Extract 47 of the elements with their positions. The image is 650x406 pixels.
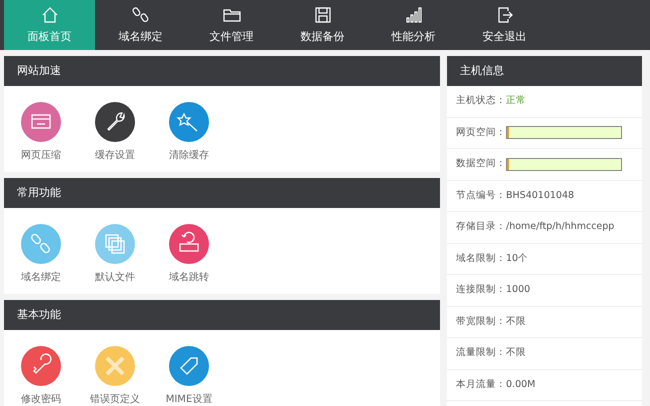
info-label: 网页空间： [456, 126, 506, 140]
bar-signal-icon [404, 4, 424, 25]
link-icon [130, 4, 150, 25]
function-label[interactable]: 域名绑定 [21, 270, 61, 285]
function-label[interactable]: 域名跳转 [169, 270, 209, 285]
info-label: 域名限制： [456, 252, 506, 266]
info-value: 正常 [506, 94, 526, 108]
section-header: 基本功能 [4, 300, 440, 330]
function-label[interactable]: 清除缓存 [169, 148, 209, 163]
function-label[interactable]: 网页压缩 [21, 148, 61, 163]
link-icon[interactable] [21, 224, 61, 264]
function-label[interactable]: 缓存设置 [95, 148, 135, 163]
info-value: BHS40101048 [506, 188, 574, 203]
nav-tab[interactable]: 安全退出 [459, 0, 550, 50]
info-label: 数据空间： [456, 157, 506, 172]
stacked-pages-icon[interactable] [95, 224, 135, 264]
info-label: 存储目录： [456, 220, 506, 234]
info-label: 带宽限制： [456, 314, 506, 329]
panel-header: 主机信息 [447, 56, 642, 86]
info-value: 0.00M [506, 378, 536, 392]
nav-tab[interactable]: 文件管理 [186, 0, 277, 50]
nav-tab[interactable]: 数据备份 [277, 0, 368, 50]
tag-icon[interactable] [169, 346, 209, 386]
redirect-icon[interactable] [169, 224, 209, 264]
card-icon[interactable] [21, 102, 61, 142]
info-value: 10个 [506, 252, 528, 266]
section-header: 网站加速 [4, 56, 440, 86]
info-value: 不限 [506, 346, 526, 360]
nav-tab[interactable]: 性能分析 [368, 0, 459, 50]
info-label: 主机状态： [456, 94, 506, 108]
nav-tab[interactable]: 面板首页 [4, 0, 95, 50]
info-value: 不限 [506, 314, 526, 329]
nav-tab[interactable]: 域名绑定 [95, 0, 186, 50]
function-label[interactable]: 错误页定义 [90, 392, 140, 406]
info-label: 节点编号： [456, 188, 506, 203]
magic-wand-icon[interactable] [169, 102, 209, 142]
section-header: 常用功能 [4, 178, 440, 208]
function-label[interactable]: 默认文件 [95, 270, 135, 285]
wrench-icon[interactable] [95, 102, 135, 142]
function-label[interactable]: 修改密码 [21, 392, 61, 406]
info-label: 流量限制： [456, 346, 506, 360]
function-label[interactable]: MIME设置 [166, 392, 212, 406]
key-icon[interactable] [21, 346, 61, 386]
info-label: 本月流量： [456, 378, 506, 392]
info-value: 1000 [506, 283, 530, 298]
info-value: /home/ftp/h/hhmccepp [506, 220, 614, 234]
info-label: 连接限制： [456, 283, 506, 298]
